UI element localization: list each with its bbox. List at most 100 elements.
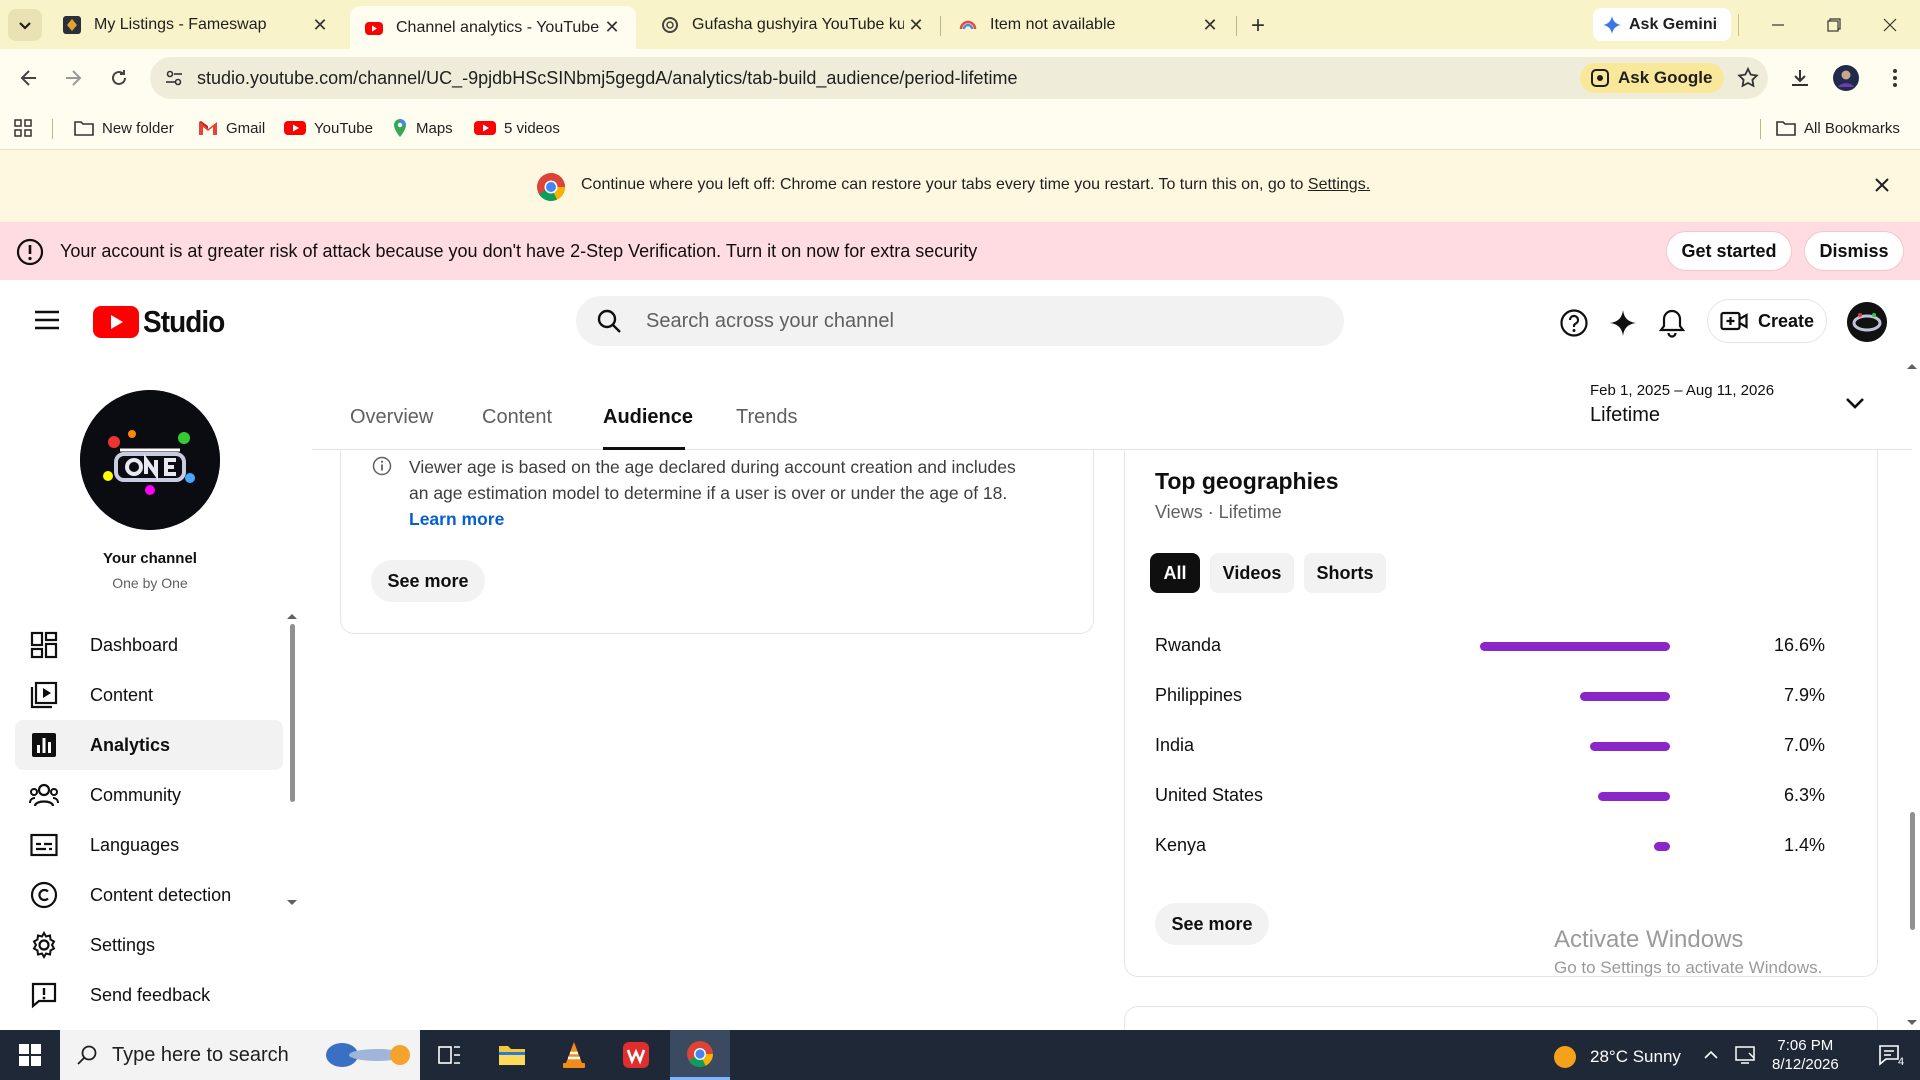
show-hidden-icons-button[interactable]	[1696, 1030, 1726, 1080]
copyright-icon	[29, 880, 59, 910]
back-button[interactable]	[14, 63, 44, 93]
sidebar-scroll-down-arrow[interactable]	[287, 900, 297, 905]
taskbar-weather[interactable]: 28°C Sunny	[1552, 1044, 1681, 1070]
sidebar-item-content[interactable]: Content	[15, 670, 283, 720]
geo-bar	[1480, 642, 1670, 651]
chip-videos[interactable]: Videos	[1210, 553, 1294, 593]
geo-see-more-button[interactable]: See more	[1155, 903, 1269, 945]
age-see-more-button[interactable]: See more	[371, 560, 485, 602]
sidebar-item-dashboard[interactable]: Dashboard	[15, 620, 283, 670]
sidebar-item-settings[interactable]: Settings	[15, 920, 283, 970]
dismiss-button[interactable]: Dismiss	[1804, 231, 1904, 271]
notification-center-button[interactable]: 4	[1866, 1030, 1916, 1080]
url-text[interactable]: studio.youtube.com/channel/UC_-9pjdbHScS…	[197, 68, 1017, 89]
browser-tab-active[interactable]: Channel analytics - YouTube Studio ✕	[350, 6, 636, 49]
downloads-button[interactable]	[1785, 63, 1815, 93]
sidebar-item-languages[interactable]: Languages	[15, 820, 283, 870]
bookmark-5-videos[interactable]: 5 videos	[474, 116, 560, 140]
close-icon[interactable]: ✕	[1198, 13, 1222, 37]
sidebar-item-analytics[interactable]: Analytics	[15, 720, 283, 770]
chevron-down-icon[interactable]	[1844, 396, 1866, 410]
viewer-age-note: Viewer age is based on the age declared …	[409, 454, 1029, 532]
minimize-button[interactable]	[1750, 0, 1806, 49]
task-view-button[interactable]	[420, 1030, 480, 1080]
tab-audience[interactable]: Audience	[603, 406, 693, 429]
taskbar-clock[interactable]: 7:06 PM 8/12/2026	[1772, 1036, 1839, 1074]
tab-separator	[940, 16, 941, 36]
browser-menu-button[interactable]	[1880, 63, 1910, 93]
watermark-line2: Go to Settings to activate Windows.	[1554, 958, 1823, 977]
browser-tab[interactable]: My Listings - Fameswap ✕	[48, 6, 344, 44]
studio-logo[interactable]: Studio	[93, 304, 233, 340]
folder-icon	[1776, 121, 1796, 136]
tab-trends[interactable]: Trends	[736, 406, 798, 429]
studio-logo-text: Studio	[143, 304, 225, 339]
vlc-cone-icon	[563, 1042, 585, 1068]
bookmark-star-icon[interactable]	[1736, 66, 1760, 90]
chip-shorts[interactable]: Shorts	[1304, 553, 1386, 593]
browser-tab[interactable]: Item not available ✕	[944, 6, 1234, 44]
bookmarks-bar: New folder Gmail YouTube Maps 5 videos A…	[0, 107, 1920, 150]
all-bookmarks-button[interactable]: All Bookmarks	[1776, 116, 1900, 140]
community-icon	[29, 780, 59, 810]
gemini-sparkle-icon	[1603, 15, 1621, 34]
apps-grid-icon[interactable]	[14, 116, 40, 140]
ask-gemini-button[interactable]: Ask Gemini	[1593, 8, 1732, 41]
browser-tab[interactable]: Gufasha gushyira YouTube kuri ✕	[646, 6, 940, 44]
sidebar-item-community[interactable]: Community	[15, 770, 283, 820]
bookmark-maps[interactable]: Maps	[392, 116, 453, 140]
bookmark-new-folder[interactable]: New folder	[74, 116, 174, 140]
account-avatar[interactable]	[1847, 302, 1887, 342]
close-infobar-button[interactable]	[1873, 176, 1891, 194]
network-button[interactable]	[1728, 1030, 1764, 1080]
restore-button[interactable]	[1806, 0, 1862, 49]
new-tab-button[interactable]: +	[1244, 12, 1272, 40]
tab-overview[interactable]: Overview	[350, 406, 433, 429]
help-icon[interactable]	[1558, 307, 1590, 339]
windows-start-button[interactable]	[0, 1030, 60, 1080]
sparkle-icon[interactable]	[1607, 307, 1639, 339]
get-started-button[interactable]: Get started	[1666, 231, 1792, 271]
close-icon[interactable]: ✕	[904, 13, 928, 37]
file-explorer-button[interactable]	[482, 1030, 542, 1080]
infobar-text: Continue where you left off: Chrome can …	[581, 176, 1304, 193]
ask-google-button[interactable]: Ask Google	[1580, 63, 1725, 93]
close-icon[interactable]: ✕	[308, 13, 332, 37]
vlc-button[interactable]	[544, 1030, 604, 1080]
chrome-taskbar-button[interactable]	[670, 1030, 730, 1080]
learn-more-link[interactable]: Learn more	[409, 506, 1029, 532]
channel-search-box[interactable]	[576, 296, 1344, 346]
infobar-message: Continue where you left off: Chrome can …	[581, 176, 1370, 194]
infobar-settings-link[interactable]: Settings.	[1308, 176, 1370, 193]
profile-avatar[interactable]	[1831, 63, 1861, 93]
chip-all[interactable]: All	[1150, 553, 1200, 593]
forward-button[interactable]	[58, 63, 88, 93]
bookmark-youtube[interactable]: YouTube	[284, 116, 373, 140]
notifications-bell-icon[interactable]	[1656, 307, 1688, 339]
sidebar-scroll-up-arrow[interactable]	[287, 614, 297, 619]
search-input[interactable]	[646, 296, 1326, 346]
youtube-icon	[284, 121, 306, 135]
hamburger-menu-icon[interactable]	[32, 308, 62, 332]
main-scroll-up-arrow[interactable]	[1907, 364, 1917, 369]
tab-content[interactable]: Content	[482, 406, 552, 429]
security-banner: Your account is at greater risk of attac…	[0, 222, 1920, 280]
taskbar-search-box[interactable]: Type here to search	[60, 1030, 420, 1080]
site-info-icon[interactable]	[162, 66, 186, 90]
bookmark-gmail[interactable]: Gmail	[198, 116, 265, 140]
main-scrollbar[interactable]	[1910, 812, 1915, 930]
sidebar-item-content-detection[interactable]: Content detection	[15, 870, 283, 920]
main-scroll-down-arrow[interactable]	[1907, 1020, 1917, 1025]
bookmark-label: New folder	[102, 119, 174, 137]
geo-value: 7.0%	[1783, 735, 1825, 755]
sidebar-scrollbar[interactable]	[290, 624, 295, 802]
close-window-button[interactable]	[1862, 0, 1918, 49]
reload-button[interactable]	[104, 63, 134, 93]
tab-search-dropdown[interactable]	[8, 9, 42, 41]
channel-avatar[interactable]	[80, 390, 220, 530]
sidebar-item-send-feedback[interactable]: Send feedback	[15, 970, 283, 1020]
address-bar[interactable]: studio.youtube.com/channel/UC_-9pjdbHScS…	[150, 57, 1768, 99]
create-button[interactable]: Create	[1707, 299, 1827, 343]
close-icon[interactable]: ✕	[600, 16, 624, 40]
wps-office-button[interactable]	[606, 1030, 666, 1080]
